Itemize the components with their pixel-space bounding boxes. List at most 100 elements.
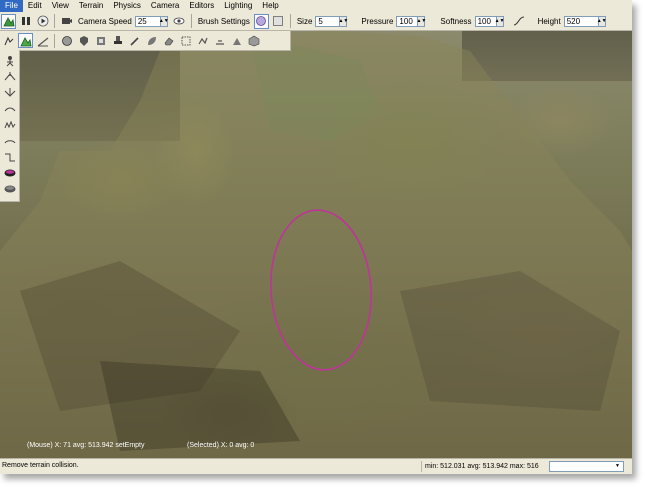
- texture-icon: [96, 36, 105, 45]
- walk-tool-button[interactable]: [2, 54, 18, 68]
- chevron-down-icon: ▼: [615, 463, 620, 469]
- toolbar-separator: [190, 14, 192, 28]
- camera-button[interactable]: [59, 14, 74, 29]
- square-brush-icon: [273, 16, 284, 26]
- collision-icon: [4, 185, 15, 193]
- menu-physics[interactable]: Physics: [108, 0, 146, 12]
- camera-speed-input[interactable]: 25: [134, 15, 161, 27]
- eraser-icon: [164, 37, 173, 45]
- menu-editors[interactable]: Editors: [184, 0, 219, 12]
- menu-bar: File Edit View Terrain Physics Camera Ed…: [0, 0, 632, 12]
- remove-collision-button[interactable]: [2, 182, 18, 196]
- pressure-label: Pressure: [361, 16, 394, 26]
- editor-window: File Edit View Terrain Physics Camera Ed…: [0, 0, 632, 474]
- circle-brush-icon: [256, 16, 267, 26]
- flatten-icon: [215, 39, 224, 45]
- smooth-icon: [197, 37, 208, 44]
- raise-terrain-button[interactable]: [2, 70, 18, 84]
- shield-icon: [79, 35, 88, 46]
- stamp-tool-button[interactable]: [110, 33, 125, 48]
- left-tool-strip: [0, 50, 20, 202]
- terrain-icon: [2, 17, 14, 27]
- main-toolbar: Camera Speed 25 ▲▼ Brush Settings Size 5…: [0, 12, 632, 31]
- square-brush-button[interactable]: [271, 14, 286, 29]
- visibility-button[interactable]: [172, 14, 187, 29]
- sphere-tool-button[interactable]: [59, 33, 74, 48]
- menu-lighting[interactable]: Lighting: [219, 0, 257, 12]
- mouse-status-text: (Mouse) X: 71 avg: 513.942 setEmpty: [27, 442, 145, 449]
- lower-terrain-button[interactable]: [2, 86, 18, 100]
- softness-label: Softness: [440, 16, 472, 26]
- select-tool-button[interactable]: [1, 33, 16, 48]
- softness-spinner[interactable]: ▲▼: [495, 15, 505, 27]
- eye-icon: [173, 17, 185, 25]
- play-icon: [37, 15, 48, 27]
- flatten-tool-button[interactable]: [212, 33, 227, 48]
- terrain-paint-button[interactable]: [18, 33, 33, 48]
- brush-tool-button[interactable]: [127, 33, 142, 48]
- height-spinner[interactable]: ▲▼: [597, 15, 607, 27]
- toolbar-separator: [54, 14, 55, 28]
- circle-brush-button[interactable]: [253, 13, 269, 29]
- play-button[interactable]: [35, 14, 50, 29]
- menu-camera[interactable]: Camera: [146, 0, 184, 12]
- slope-icon: [37, 37, 48, 46]
- transform-tool-button[interactable]: [178, 33, 193, 48]
- leaf-tool-button[interactable]: [144, 33, 159, 48]
- terrain-shapes: [0, 31, 632, 458]
- terrain-viewport[interactable]: [0, 31, 632, 458]
- flatten-terrain-button[interactable]: [2, 102, 18, 116]
- transform-icon: [181, 36, 190, 45]
- terrain-tools-toolbar: [0, 31, 291, 51]
- softness-input[interactable]: 100: [474, 15, 497, 27]
- pressure-spinner[interactable]: ▲▼: [416, 15, 426, 27]
- status-dropdown[interactable]: ▼: [549, 461, 624, 472]
- menu-file[interactable]: File: [0, 0, 23, 12]
- stamp-icon: [113, 35, 122, 44]
- pause-button[interactable]: [18, 14, 33, 29]
- camera-speed-label: Camera Speed: [78, 16, 132, 26]
- camera-speed-spinner[interactable]: ▲▼: [159, 15, 169, 27]
- shield-tool-button[interactable]: [76, 33, 91, 48]
- menu-view[interactable]: View: [47, 0, 74, 12]
- object-icon: [248, 35, 259, 46]
- cliff-terrain-button[interactable]: [2, 150, 18, 164]
- cliff-icon: [4, 153, 15, 162]
- height-stats: min: 512.031 avg: 513.942 max: 516: [421, 461, 539, 472]
- toolbar-separator: [289, 14, 291, 28]
- toolbar-separator: [54, 33, 55, 48]
- object-tool-button[interactable]: [246, 33, 261, 48]
- smooth-terrain-button[interactable]: [2, 134, 18, 148]
- mountain-icon: [19, 36, 31, 46]
- size-label: Size: [296, 16, 313, 26]
- lower-terrain-icon: [4, 88, 15, 97]
- menu-edit[interactable]: Edit: [23, 0, 47, 12]
- height-input[interactable]: 520: [563, 15, 599, 27]
- smooth-terrain-icon: [4, 140, 15, 144]
- pressure-input[interactable]: 100: [396, 15, 419, 27]
- camera-icon: [61, 18, 72, 24]
- size-input[interactable]: 5: [315, 15, 341, 27]
- slope-tool-button[interactable]: [35, 33, 50, 48]
- texture-tool-button[interactable]: [93, 33, 108, 48]
- leaf-icon: [147, 36, 156, 45]
- noise-terrain-icon: [4, 120, 15, 129]
- paint-hole-button[interactable]: [2, 166, 18, 180]
- menu-help[interactable]: Help: [257, 0, 283, 12]
- eraser-tool-button[interactable]: [161, 33, 176, 48]
- raise-icon: [232, 37, 241, 45]
- pause-icon: [21, 17, 30, 25]
- size-spinner[interactable]: ▲▼: [338, 15, 348, 27]
- menu-terrain[interactable]: Terrain: [74, 0, 108, 12]
- person-icon: [6, 56, 13, 67]
- sphere-icon: [61, 35, 72, 46]
- softness-curve-button[interactable]: [512, 14, 527, 29]
- terrain-editor-button[interactable]: [1, 13, 16, 29]
- brush-icon: [129, 36, 139, 46]
- brush-settings-label: Brush Settings: [197, 16, 250, 26]
- hole-icon: [4, 169, 15, 177]
- noise-terrain-button[interactable]: [2, 118, 18, 132]
- curve-icon: [513, 16, 525, 26]
- smooth-tool-button[interactable]: [195, 33, 210, 48]
- raise-tool-button[interactable]: [229, 33, 244, 48]
